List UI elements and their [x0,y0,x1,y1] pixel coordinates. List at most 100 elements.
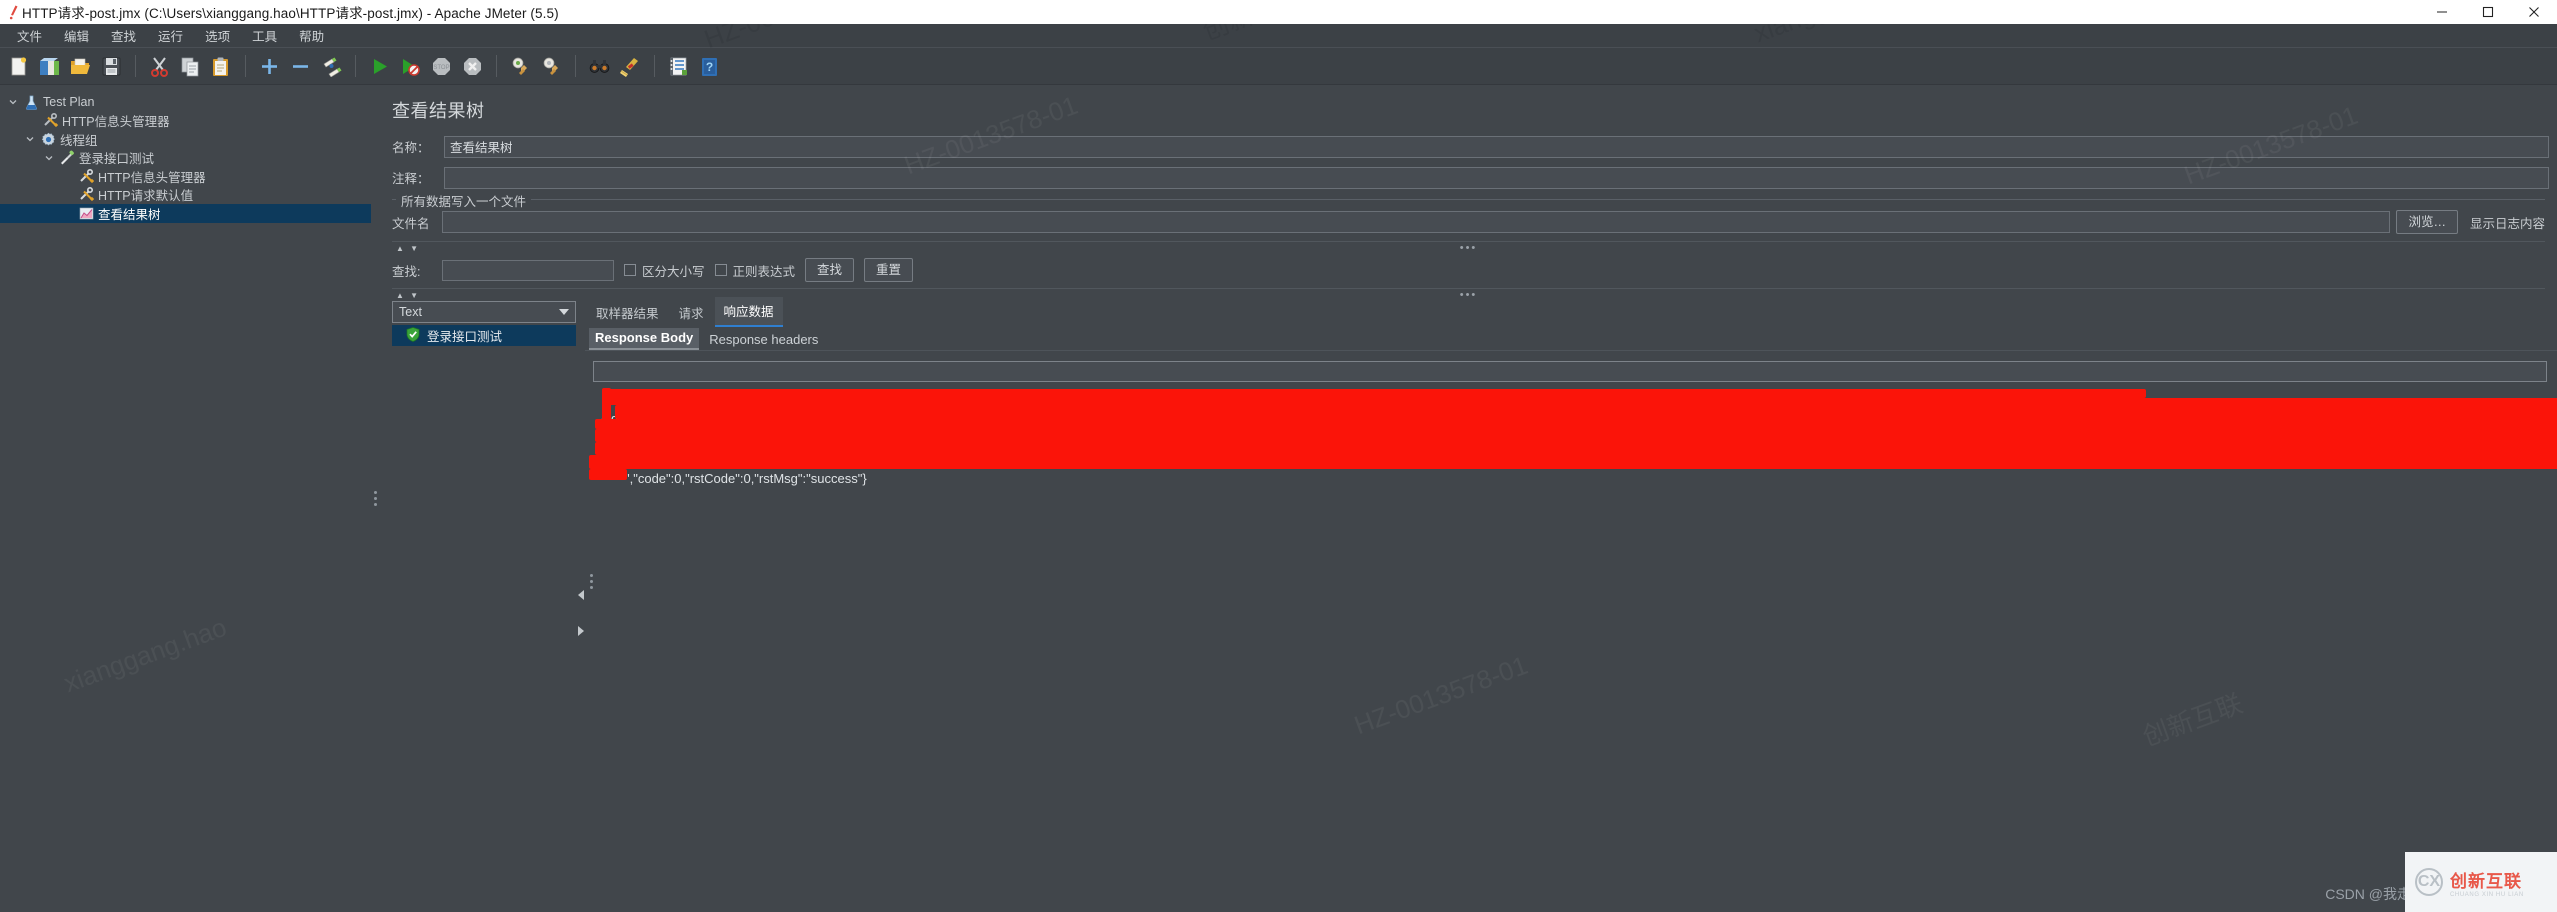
subtab-response-headers[interactable]: Response headers [703,330,824,350]
result-splitter[interactable] [576,301,585,912]
redaction-block [615,405,2557,419]
collapse-left-icon[interactable] [577,589,584,600]
pipette-icon [57,150,77,165]
filename-row: 文件名 浏览… 显示日志内容 [392,202,2545,238]
toolbar-separator [654,55,655,77]
view-results-tree-panel: 查看结果树 名称： 注释： 所有数据写入一个文件 文件名 浏览… 显示日志内容 [380,85,2557,912]
search-icon[interactable] [585,52,614,81]
tree-node-login-interface-test[interactable]: 登录接口测试 [0,149,371,168]
upper-splitter[interactable]: ▲ ▼ ••• [392,241,2545,254]
wrench-screwdriver-icon [76,187,96,202]
minimize-button[interactable] [2419,0,2465,24]
tab-sampler-result[interactable]: 取样器结果 [587,299,668,327]
redaction-block [595,429,2557,442]
templates-icon[interactable] [35,52,64,81]
chevron-down-icon[interactable] [4,97,21,107]
chevron-down-icon[interactable] [21,134,38,144]
maximize-button[interactable] [2465,0,2511,24]
response-content[interactable]: { d ","code":0,"rstCode":0,"rstMsg":"suc… [589,387,2557,507]
case-sensitive-checkbox[interactable]: 区分大小写 [624,261,705,280]
tree-node-thread-group[interactable]: 线程组 [0,130,371,149]
response-text-tail: ","code":0,"rstCode":0,"rstMsg":"success… [625,471,867,486]
new-icon[interactable] [4,52,33,81]
comment-input[interactable] [444,166,2549,189]
comment-row: 注释： [380,164,2557,191]
clear-icon[interactable] [506,52,535,81]
stop-icon[interactable]: STOP [427,52,456,81]
cut-icon[interactable] [145,52,174,81]
badge-text: 创新互联 CHUANG XIN HU LIAN [2450,867,2524,898]
tree-node-label: 线程组 [60,133,98,148]
tree-node-test-plan[interactable]: Test Plan [0,93,371,112]
tree-node-label: Test Plan [43,95,95,110]
clear-all-icon[interactable] [537,52,566,81]
chart-icon [76,206,96,221]
comment-label: 注释： [392,172,430,186]
close-button[interactable] [2511,0,2557,24]
menu-bar: 文件 编辑 查找 运行 选项 工具 帮助 [0,24,2557,48]
splitter-arrows-icon[interactable]: ▲ ▼ [392,244,420,253]
menu-edit[interactable]: 编辑 [53,23,100,48]
toggle-pencils-icon[interactable] [317,52,346,81]
regex-checkbox[interactable]: 正则表达式 [714,261,795,280]
splitter-dots-icon[interactable]: ••• [1460,242,1478,254]
splitter-arrows-icon[interactable]: ▲ ▼ [392,291,420,300]
save-icon[interactable] [97,52,126,81]
sampler-result-list[interactable]: 登录接口测试 [392,323,576,912]
badge-en-label: CHUANG XIN HU LIAN [2450,891,2524,898]
checkbox-box[interactable] [714,264,727,276]
menu-search[interactable]: 查找 [100,23,147,48]
tree-node-label: 查看结果树 [98,207,161,222]
splitter-grip-icon [374,491,377,506]
browse-button[interactable]: 浏览… [2396,210,2458,234]
shutdown-icon[interactable] [458,52,487,81]
response-body-area: { d ","code":0,"rstCode":0,"rstMsg":"suc… [585,351,2557,912]
tab-response-data[interactable]: 响应数据 [714,297,783,327]
start-no-pause-icon[interactable] [396,52,425,81]
open-icon[interactable] [66,52,95,81]
tab-request[interactable]: 请求 [670,299,713,327]
help-icon[interactable]: ? [695,52,724,81]
lower-splitter[interactable]: ▲ ▼ ••• [392,288,2545,301]
toolbar-separator [245,55,246,77]
redaction-block [595,442,2557,455]
filename-input[interactable] [442,211,2391,233]
list-item[interactable]: 登录接口测试 [392,325,576,346]
render-combo[interactable]: Text [392,301,576,323]
menu-run[interactable]: 运行 [147,23,194,48]
toolbar-separator [355,55,356,77]
menu-tools[interactable]: 工具 [241,23,288,48]
reset-search-icon[interactable] [616,52,645,81]
splitter-dots-icon[interactable]: ••• [1460,289,1478,301]
copy-icon[interactable] [176,52,205,81]
paste-icon[interactable] [207,52,236,81]
subtab-response-body[interactable]: Response Body [589,328,700,350]
expand-right-icon[interactable] [577,625,584,636]
menu-options[interactable]: 选项 [194,23,241,48]
tree-node-http-header-manager-1[interactable]: HTTP信息头管理器 [0,112,371,131]
start-icon[interactable] [365,52,394,81]
tree-node-http-request-defaults[interactable]: HTTP请求默认值 [0,186,371,205]
tree-panel-splitter[interactable] [371,85,380,912]
tree-node-http-header-manager-2[interactable]: HTTP信息头管理器 [0,167,371,186]
list-item-label: 登录接口测试 [427,330,503,344]
menu-help[interactable]: 帮助 [288,23,335,48]
find-button[interactable]: 查找 [805,258,855,282]
chevron-down-icon[interactable] [559,309,569,315]
menu-file[interactable]: 文件 [6,23,53,48]
search-input[interactable] [442,259,614,281]
name-input[interactable] [444,135,2549,158]
jmeter-window: HZ-0013578-01 创新互联 xianggang.hao HTTP请求-… [0,0,2557,912]
chevron-down-icon[interactable] [40,153,57,163]
reset-button[interactable]: 重置 [864,258,914,282]
tree-node-view-results-tree[interactable]: 查看结果树 [0,204,371,223]
expand-icon[interactable] [255,52,284,81]
response-find-input[interactable] [593,361,2547,382]
filename-label: 文件名 [392,216,430,231]
function-helper-icon[interactable] [664,52,693,81]
redaction-block [606,389,2146,398]
collapse-icon[interactable] [286,52,315,81]
checkbox-box[interactable] [624,264,636,276]
response-scroll-grip[interactable] [587,481,596,681]
tree-node-label: HTTP信息头管理器 [98,170,206,185]
